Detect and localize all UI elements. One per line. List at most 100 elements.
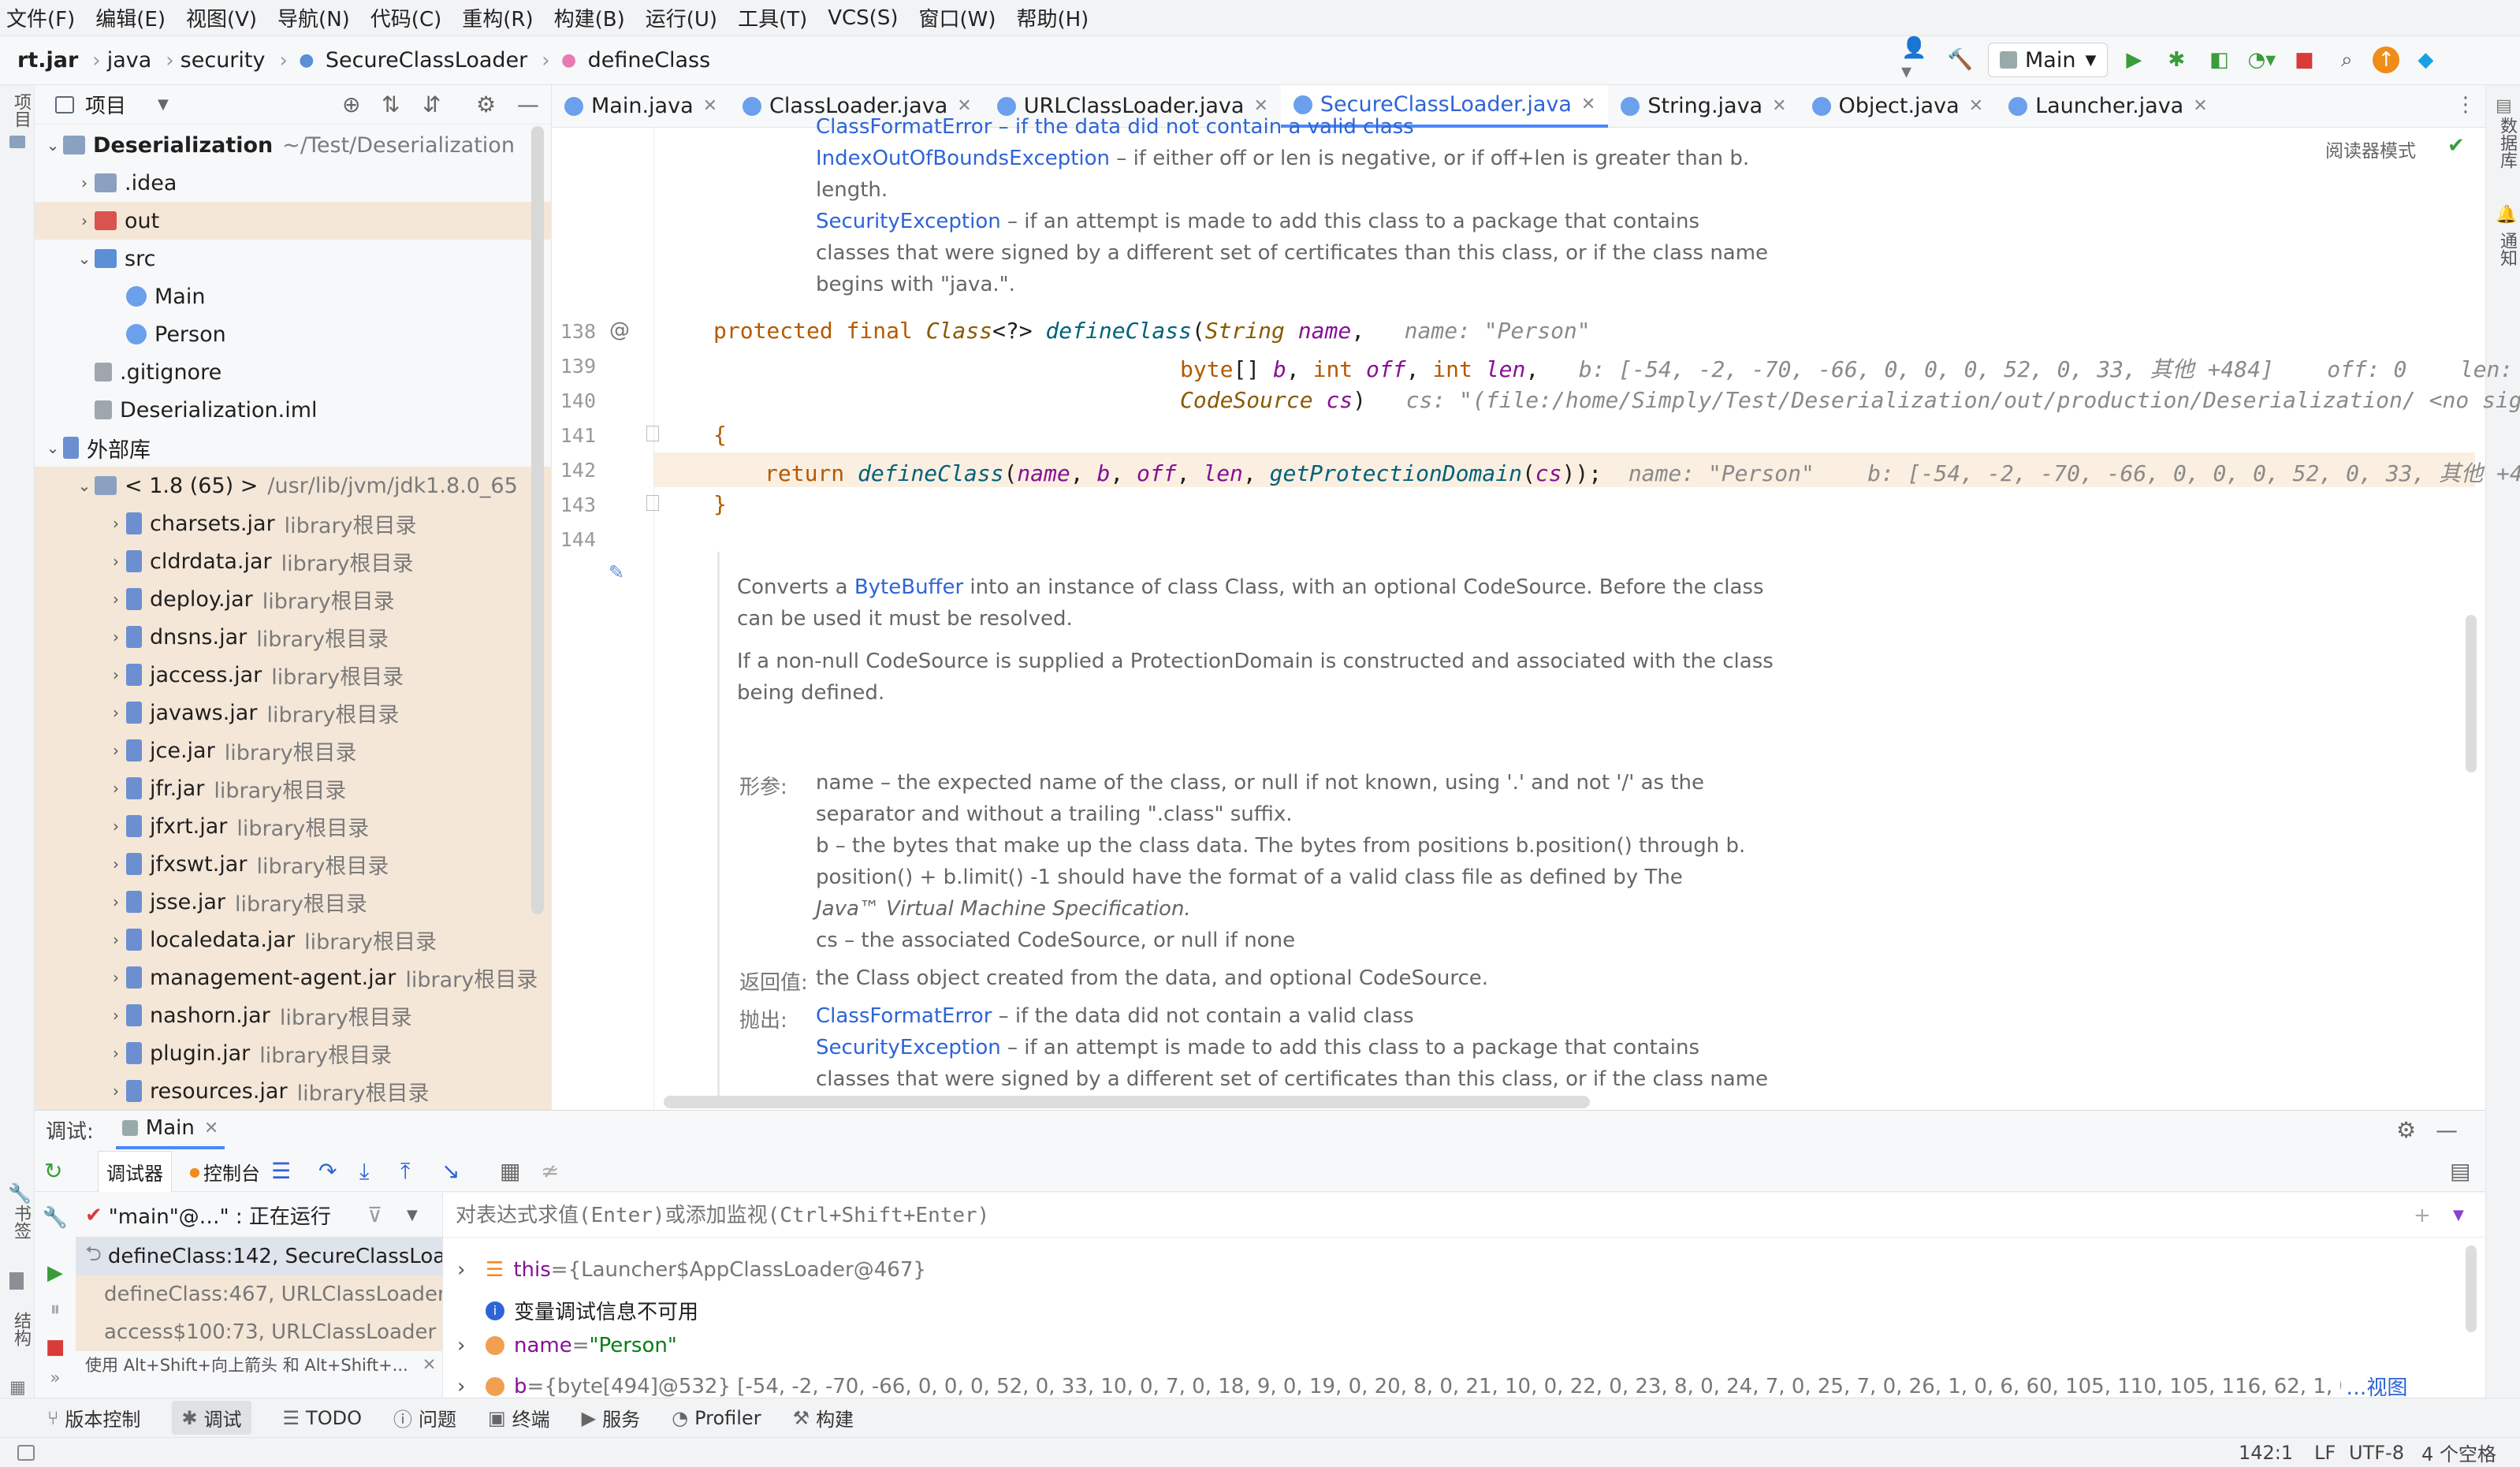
- chevron-right-icon[interactable]: ›: [106, 741, 126, 760]
- var-name[interactable]: › name = "Person": [457, 1334, 677, 1357]
- close-icon[interactable]: ✕: [1772, 96, 1786, 116]
- wrench-icon[interactable]: 🔧: [8, 1182, 32, 1205]
- doc-link-securityexception-2[interactable]: SecurityException: [816, 1036, 1001, 1059]
- gear-icon[interactable]: ⚙: [2396, 1117, 2416, 1143]
- tree-node[interactable]: ⌄ src: [35, 240, 552, 277]
- tree-node[interactable]: ⌄ Deserialization ~/Test/Deserialization: [35, 126, 552, 164]
- caret-position[interactable]: 142:1: [2239, 1442, 2293, 1464]
- bottom-tool-debug-bug[interactable]: ✱ 调试: [172, 1401, 251, 1435]
- tree-node[interactable]: › .idea: [35, 164, 552, 202]
- locate-icon[interactable]: ⊕: [342, 91, 360, 117]
- add-watch-icon[interactable]: +: [2414, 1204, 2431, 1227]
- profile-icon[interactable]: ◔▾: [2245, 43, 2278, 76]
- close-icon[interactable]: ✕: [1253, 96, 1267, 116]
- chevron-right-icon[interactable]: ›: [106, 1006, 126, 1025]
- chevron-right-icon[interactable]: ›: [106, 930, 126, 949]
- breadcrumb-method[interactable]: ● defineClass: [556, 48, 710, 73]
- gear-icon[interactable]: ⚙: [476, 91, 496, 117]
- tree-node[interactable]: › dnsns.jar library根目录: [35, 618, 552, 656]
- stop-icon[interactable]: ■: [2287, 43, 2321, 76]
- debugger-tab[interactable]: 调试器: [98, 1151, 172, 1192]
- pause-icon[interactable]: ⏸: [35, 1298, 76, 1322]
- expression-input[interactable]: [456, 1203, 2269, 1227]
- structure-tool-button[interactable]: 结构: [8, 1312, 33, 1346]
- filter-icon[interactable]: ⊽: [367, 1204, 382, 1227]
- resume-icon[interactable]: ▶: [35, 1261, 76, 1285]
- bottom-tool-terminal[interactable]: ▣ 终端: [488, 1404, 550, 1432]
- view-link[interactable]: …视图: [2346, 1372, 2407, 1401]
- breadcrumb-java[interactable]: java: [107, 48, 152, 73]
- tree-node[interactable]: › jce.jar library根目录: [35, 732, 552, 769]
- coverage-icon[interactable]: ◧: [2202, 43, 2235, 76]
- stack-frame[interactable]: defineClass:467, URLClassLoader: [76, 1275, 442, 1313]
- var-b[interactable]: › b = {byte[494]@532} [-54, -2, -70, -66…: [457, 1372, 2475, 1401]
- menu-item-5[interactable]: 重构(R): [462, 3, 533, 32]
- expand-arrow-icon[interactable]: ›: [457, 1334, 486, 1357]
- tree-node[interactable]: › jaccess.jar library根目录: [35, 656, 552, 694]
- database-tool-button[interactable]: 数据库: [2494, 117, 2519, 169]
- tree-node[interactable]: › management-agent.jar library根目录: [35, 959, 552, 996]
- menu-item-11[interactable]: 帮助(H): [1016, 3, 1089, 32]
- tree-node[interactable]: › plugin.jar library根目录: [35, 1034, 552, 1072]
- var-this[interactable]: › ☰ this = {Launcher$AppClassLoader@467}: [457, 1258, 926, 1282]
- doc-link-classformaterror[interactable]: ClassFormatError: [816, 1004, 992, 1028]
- chevron-right-icon[interactable]: ›: [106, 665, 126, 684]
- close-icon[interactable]: ✕: [2193, 96, 2207, 116]
- minimize-icon[interactable]: —: [2436, 1117, 2458, 1143]
- user-icon[interactable]: 👤▾: [1901, 36, 1934, 84]
- tree-node[interactable]: › javaws.jar library根目录: [35, 694, 552, 732]
- stop-debug-icon[interactable]: ■: [35, 1335, 76, 1359]
- editor-tab[interactable]: String.java ✕: [1608, 85, 1799, 128]
- chevron-right-icon[interactable]: ›: [106, 1044, 126, 1063]
- chevron-right-icon[interactable]: ›: [106, 892, 126, 911]
- chevron-right-icon[interactable]: ›: [106, 627, 126, 646]
- chevron-down-icon[interactable]: ⌄: [74, 249, 95, 268]
- chevron-down-icon[interactable]: ▼: [158, 96, 169, 113]
- chevron-right-icon[interactable]: ›: [106, 590, 126, 609]
- close-icon[interactable]: ✕: [957, 96, 971, 116]
- chevron-right-icon[interactable]: ›: [74, 211, 95, 230]
- project-scrollbar[interactable]: [531, 126, 544, 914]
- bottom-tool-branch[interactable]: ⑂ 版本控制: [47, 1404, 140, 1432]
- bottom-tool-problems[interactable]: ⓘ 问题: [393, 1404, 456, 1432]
- line-separator[interactable]: LF: [2314, 1442, 2336, 1464]
- chevron-down-icon[interactable]: ⌄: [43, 438, 63, 457]
- build-hammer-icon[interactable]: 🔨: [1944, 43, 1977, 76]
- ide-logo-icon[interactable]: ◆: [2409, 43, 2442, 76]
- close-icon[interactable]: ✕: [204, 1119, 218, 1138]
- step-over-icon[interactable]: ↷: [318, 1158, 337, 1184]
- expand-arrow-icon[interactable]: ›: [457, 1258, 486, 1282]
- close-icon[interactable]: ✕: [1969, 96, 1983, 116]
- bottom-tool-todo-list[interactable]: ☰ TODO: [283, 1407, 362, 1429]
- chevron-right-icon[interactable]: ›: [106, 552, 126, 571]
- menu-item-10[interactable]: 窗口(W): [918, 3, 996, 32]
- chevron-right-icon[interactable]: ›: [106, 514, 126, 533]
- menu-item-7[interactable]: 运行(U): [646, 3, 717, 32]
- tree-node[interactable]: › cldrdata.jar library根目录: [35, 542, 552, 580]
- menu-item-8[interactable]: 工具(T): [738, 3, 807, 32]
- chevron-right-icon[interactable]: ›: [106, 703, 126, 722]
- chevron-right-icon[interactable]: ›: [74, 173, 95, 192]
- chevron-down-icon[interactable]: ⌄: [74, 476, 95, 495]
- fold-icon[interactable]: [646, 426, 659, 441]
- tree-node[interactable]: › jfxrt.jar library根目录: [35, 807, 552, 845]
- evaluate-icon[interactable]: ▦: [500, 1158, 520, 1184]
- tree-node[interactable]: › deploy.jar library根目录: [35, 580, 552, 618]
- chevron-down-icon[interactable]: ▼: [407, 1207, 418, 1223]
- project-panel-title[interactable]: 项目: [85, 90, 126, 119]
- expand-arrow-icon[interactable]: ›: [457, 1375, 486, 1398]
- more-icon[interactable]: »: [35, 1368, 76, 1388]
- status-layout-icon[interactable]: [17, 1444, 35, 1461]
- rerun-icon[interactable]: ↻: [44, 1158, 62, 1184]
- tree-node[interactable]: ⌄ 外部库: [35, 429, 552, 467]
- collapse-all-icon[interactable]: ⇵: [422, 91, 441, 117]
- bottom-tool-services[interactable]: ▶ 服务: [582, 1404, 640, 1432]
- variables-scrollbar[interactable]: [2466, 1245, 2477, 1332]
- tree-node[interactable]: › jsse.jar library根目录: [35, 883, 552, 921]
- close-icon[interactable]: ✕: [703, 96, 717, 116]
- tree-node[interactable]: › out: [35, 202, 552, 240]
- menu-item-0[interactable]: 文件(F): [6, 3, 75, 32]
- project-tool-button[interactable]: 项目: [8, 93, 33, 128]
- close-icon[interactable]: ✕: [1581, 95, 1595, 114]
- breadcrumb-rt-jar[interactable]: rt.jar: [17, 48, 78, 73]
